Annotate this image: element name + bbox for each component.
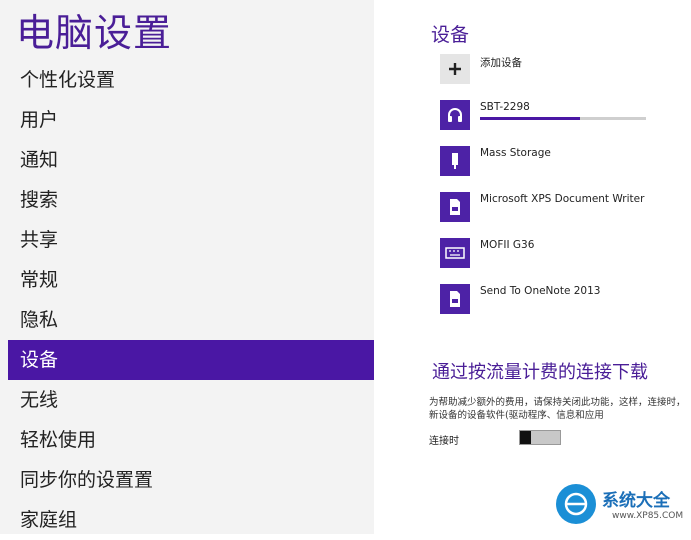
device-progress-bar (480, 117, 646, 120)
watermark-url: www.XP85.COM (612, 511, 684, 521)
device-progress-fill (480, 117, 580, 120)
add-device-label: 添加设备 (480, 57, 522, 69)
devices-pane: 设备 添加设备 SBT-2298 Mass Storage Microsoft … (374, 0, 691, 534)
metered-download-title: 通过按流量计费的连接下载 (432, 362, 648, 383)
nav-item-homegroup[interactable]: 家庭组 (8, 500, 374, 540)
devices-section-title: 设备 (431, 24, 470, 46)
nav-item-general[interactable]: 常规 (8, 260, 374, 300)
device-name: Microsoft XPS Document Writer (480, 193, 645, 205)
nav-item-notifications[interactable]: 通知 (8, 140, 374, 180)
printer-icon (440, 192, 470, 222)
page-title: 电脑设置 (16, 11, 173, 55)
device-name: Send To OneNote 2013 (480, 285, 601, 297)
device-item[interactable]: SBT-2298 (440, 100, 690, 146)
keyboard-icon (440, 238, 470, 268)
add-device-button[interactable]: 添加设备 (440, 54, 690, 100)
nav-item-ease-of-access[interactable]: 轻松使用 (8, 420, 374, 460)
device-list: 添加设备 SBT-2298 Mass Storage Microsoft XPS… (440, 54, 690, 330)
device-name: SBT-2298 (480, 101, 530, 113)
settings-nav: 个性化设置 用户 通知 搜索 共享 常规 隐私 设备 无线 轻松使用 同步你的设… (8, 60, 374, 540)
toggle-knob (520, 431, 531, 444)
usb-drive-icon (440, 146, 470, 176)
metered-download-description: 为帮助减少额外的费用，请保持关闭此功能，这样，连接时，新设备的设备软件(驱动程序… (429, 397, 686, 421)
headset-icon (440, 100, 470, 130)
nav-item-share[interactable]: 共享 (8, 220, 374, 260)
nav-item-devices[interactable]: 设备 (8, 340, 374, 380)
nav-item-search[interactable]: 搜索 (8, 180, 374, 220)
nav-item-privacy[interactable]: 隐私 (8, 300, 374, 340)
device-item[interactable]: MOFII G36 (440, 238, 690, 284)
nav-item-wireless[interactable]: 无线 (8, 380, 374, 420)
settings-nav-pane: 电脑设置 个性化设置 用户 通知 搜索 共享 常规 隐私 设备 无线 轻松使用 … (0, 0, 374, 534)
device-item[interactable]: Send To OneNote 2013 (440, 284, 690, 330)
logo-icon (556, 484, 596, 524)
device-name: Mass Storage (480, 147, 551, 159)
watermark-text: 系统大全 (602, 491, 670, 511)
device-item[interactable]: Microsoft XPS Document Writer (440, 192, 690, 238)
printer-icon (440, 284, 470, 314)
nav-item-sync-settings[interactable]: 同步你的设置置 (8, 460, 374, 500)
nav-item-personalize[interactable]: 个性化设置 (8, 60, 374, 100)
watermark-logo: 系统大全 www.XP85.COM (556, 478, 691, 534)
nav-item-users[interactable]: 用户 (8, 100, 374, 140)
metered-toggle-label: 连接时 (429, 436, 459, 447)
metered-download-toggle[interactable] (519, 430, 561, 445)
device-name: MOFII G36 (480, 239, 535, 251)
plus-icon (440, 54, 470, 84)
device-item[interactable]: Mass Storage (440, 146, 690, 192)
